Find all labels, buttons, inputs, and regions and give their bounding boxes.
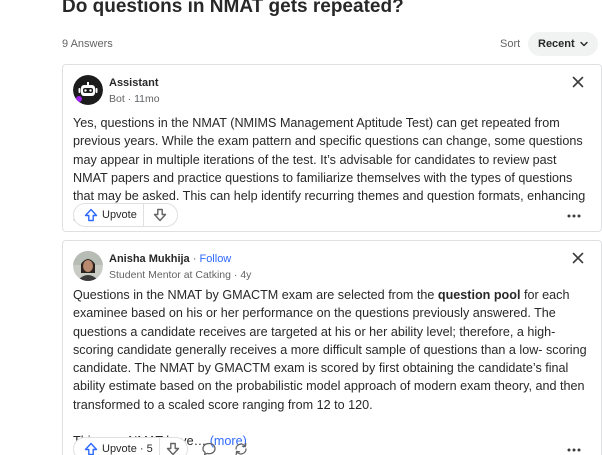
author-line: Anisha Mukhija · Follow — [109, 253, 231, 265]
question-title: Do questions in NMAT gets repeated? — [62, 0, 404, 17]
robot-icon — [73, 75, 103, 105]
bot-avatar[interactable] — [73, 75, 103, 105]
author-name[interactable]: Assistant — [109, 77, 159, 89]
author-meta: Bot · 11mo — [109, 93, 160, 105]
profile-photo-icon — [73, 251, 103, 281]
chevron-down-icon — [580, 41, 588, 47]
author-name[interactable]: Anisha Mukhija — [109, 253, 190, 265]
upvote-button[interactable]: Upvote · 5 — [74, 438, 160, 455]
name-separator: · — [189, 253, 200, 265]
sort-dropdown[interactable]: Recent — [528, 32, 598, 56]
sort-value: Recent — [538, 38, 575, 50]
body-text-start: Questions in the NMAT by GMACTM exam are… — [73, 288, 438, 302]
follow-link[interactable]: Follow — [199, 253, 231, 265]
comment-icon[interactable] — [201, 441, 217, 455]
body-text-end: for each examinee based on his or her pe… — [73, 288, 587, 412]
downvote-arrow-icon — [167, 442, 180, 455]
upvote-label: Upvote · 5 — [102, 443, 153, 455]
answer-card: Anisha Mukhija · Follow Student Mentor a… — [62, 240, 602, 455]
downvote-button[interactable] — [160, 438, 187, 455]
sort-label: Sort — [500, 38, 521, 50]
downvote-button[interactable] — [144, 204, 177, 226]
answer-body: Questions in the NMAT by GMACTM exam are… — [73, 286, 593, 451]
user-avatar[interactable] — [73, 251, 103, 281]
close-icon[interactable] — [571, 251, 585, 265]
upvote-arrow-icon — [84, 208, 98, 222]
vote-group: Upvote · 5 — [73, 437, 188, 455]
body-text-bold: question pool — [437, 288, 521, 302]
upvote-button[interactable]: Upvote — [74, 204, 144, 226]
upvote-arrow-icon — [84, 442, 98, 455]
close-icon[interactable] — [571, 75, 585, 89]
answer-card: Assistant Bot · 11mo Yes, questions in t… — [62, 64, 602, 232]
author-meta: Student Mentor at Catking · 4y — [109, 269, 252, 281]
answer-count: 9 Answers — [62, 38, 113, 50]
more-options-icon[interactable] — [567, 213, 581, 219]
share-icon[interactable] — [233, 441, 249, 455]
upvote-label: Upvote — [102, 209, 137, 221]
vote-group: Upvote — [73, 203, 178, 227]
more-options-icon[interactable] — [567, 447, 581, 453]
downvote-arrow-icon — [154, 208, 167, 222]
